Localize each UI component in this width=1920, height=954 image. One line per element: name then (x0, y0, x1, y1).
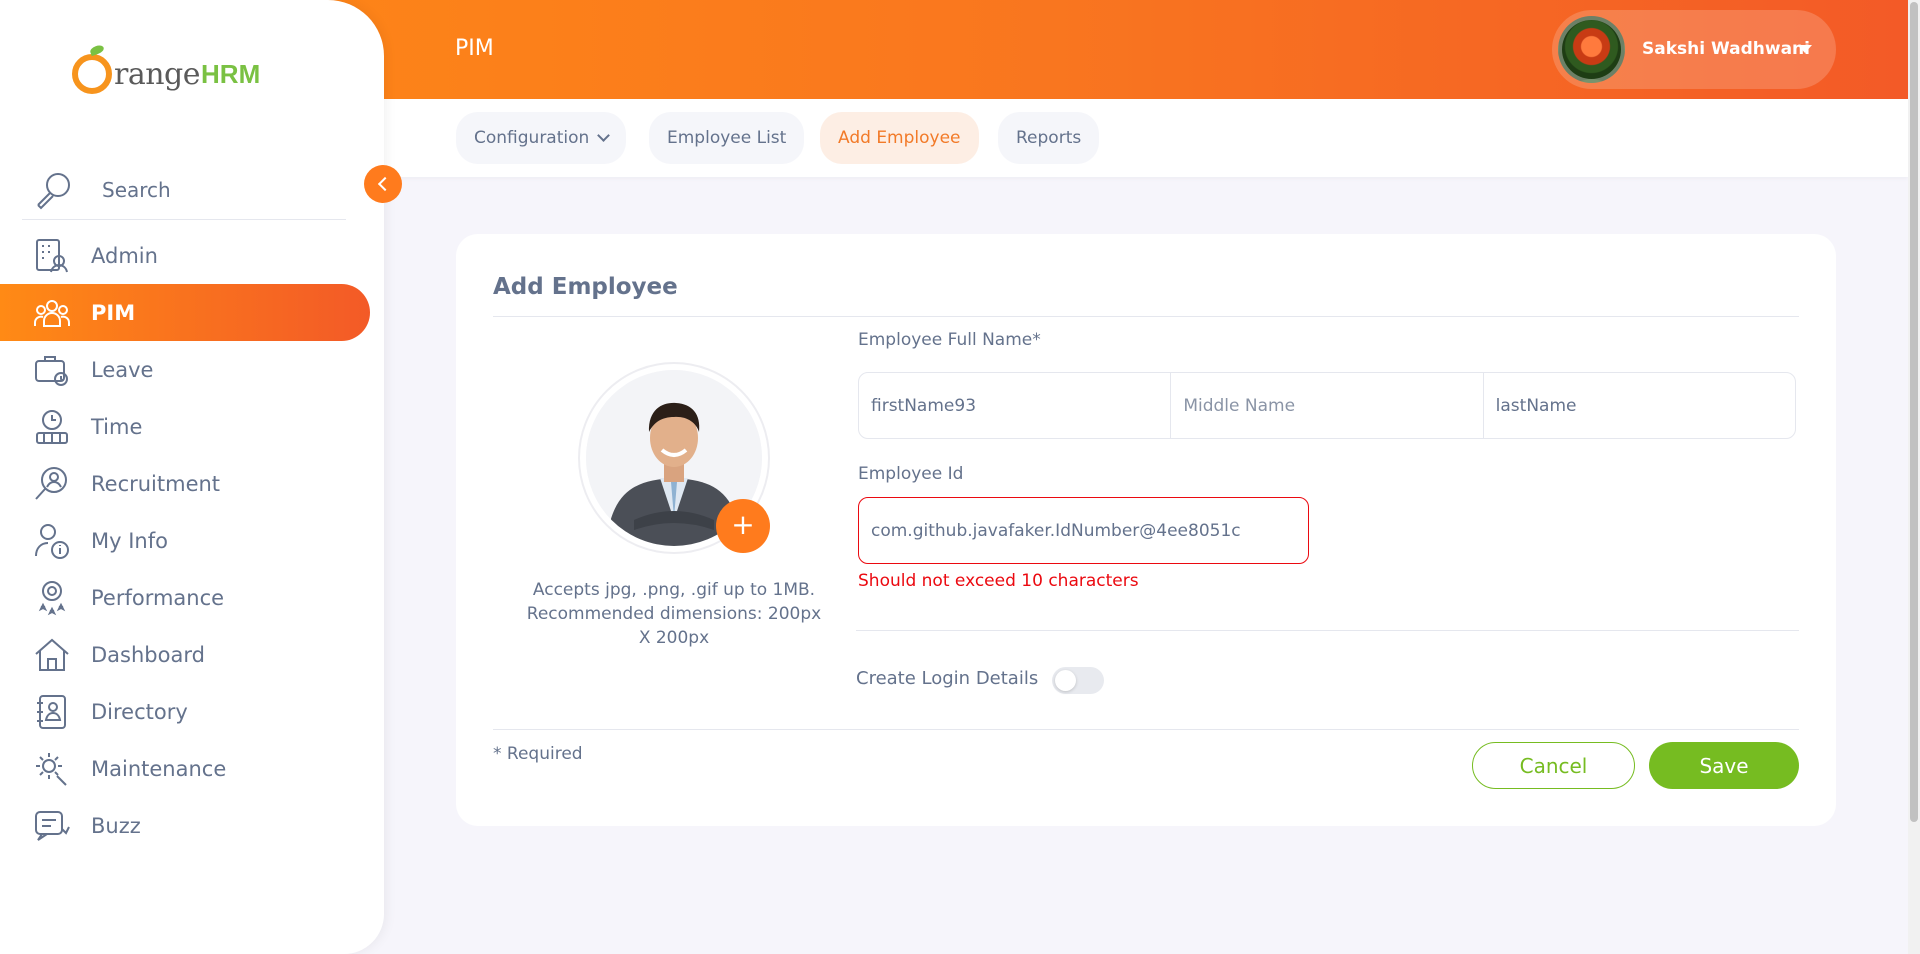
footer-divider (493, 729, 1799, 730)
tab-configuration[interactable]: Configuration (456, 112, 627, 164)
performance-icon (38, 580, 66, 615)
employee-id-label: Employee Id (858, 464, 964, 484)
sidebar-item-pim[interactable]: PIM (0, 284, 370, 341)
cancel-button[interactable]: Cancel (1472, 742, 1635, 789)
top-navigation: Configuration Employee List Add Employee… (384, 99, 1908, 177)
create-login-toggle[interactable] (1052, 667, 1104, 694)
user-name: Sakshi Wadhwani (1642, 39, 1810, 59)
avatar (1558, 16, 1625, 83)
middle-name-input[interactable] (1171, 373, 1484, 438)
collapse-sidebar-button[interactable] (364, 165, 402, 203)
orangehrm-logo[interactable]: range HRM (72, 44, 260, 104)
sidebar-item-time[interactable]: Time (0, 398, 370, 455)
tab-add-employee[interactable]: Add Employee (820, 112, 979, 164)
logo-text: range (114, 56, 201, 92)
page-scrollbar[interactable] (1908, 0, 1920, 954)
sidebar-item-label: Maintenance (91, 756, 227, 781)
pim-icon (34, 299, 70, 327)
tab-label: Add Employee (838, 128, 961, 148)
tab-label: Employee List (667, 128, 787, 148)
user-dropdown[interactable]: Sakshi Wadhwani (1552, 10, 1836, 89)
caret-down-icon (1798, 45, 1812, 53)
sidebar-item-recruitment[interactable]: Recruitment (0, 455, 370, 512)
sidebar-item-label: Directory (91, 699, 188, 724)
tab-employee-list[interactable]: Employee List (649, 112, 805, 164)
title-divider (493, 316, 1799, 317)
orange-logo-icon (72, 54, 112, 94)
directory-icon (37, 694, 66, 729)
create-login-label: Create Login Details (856, 668, 1039, 689)
search-icon (37, 172, 70, 209)
sidebar-item-label: Admin (91, 243, 158, 268)
time-icon (36, 409, 68, 444)
my-info-icon (35, 523, 69, 559)
dashboard-icon (35, 638, 69, 671)
recruitment-icon (35, 466, 67, 500)
sidebar-item-label: My Info (91, 528, 168, 553)
sidebar-item-label: Dashboard (91, 642, 205, 667)
tab-reports[interactable]: Reports (998, 112, 1100, 164)
employee-id-error: Should not exceed 10 characters (858, 571, 1139, 591)
full-name-group (858, 372, 1796, 439)
leave-icon (35, 355, 68, 386)
card-title: Add Employee (493, 274, 678, 300)
sidebar-item-maintenance[interactable]: Maintenance (0, 740, 370, 797)
maintenance-icon (36, 752, 67, 786)
sidebar-item-label: Time (91, 414, 143, 439)
sidebar: range HRM Search Admin PIM Leave Time Re… (0, 0, 384, 954)
tab-label: Configuration (474, 128, 590, 148)
employee-id-input[interactable] (858, 497, 1309, 564)
save-button[interactable]: Save (1649, 742, 1799, 789)
sidebar-item-label: Performance (91, 585, 225, 610)
full-name-label: Employee Full Name* (858, 330, 1041, 350)
sidebar-item-label: Leave (91, 357, 154, 382)
page-title: PIM (455, 36, 494, 61)
search-label: Search (102, 177, 171, 202)
sidebar-menu: Admin PIM Leave Time Recruitment My Info… (0, 227, 370, 854)
admin-icon (36, 238, 68, 272)
tab-label: Reports (1016, 128, 1082, 148)
form-divider (856, 630, 1799, 631)
photo-hint-line: Recommended dimensions: 200px X 200px (526, 604, 822, 648)
photo-hint-line: Accepts jpg, .png, .gif up to 1MB. (532, 580, 816, 600)
upload-photo-button[interactable]: + (716, 499, 770, 553)
sidebar-item-my-info[interactable]: My Info (0, 512, 370, 569)
logo-suffix: HRM (201, 58, 261, 89)
sidebar-item-label: Buzz (91, 813, 141, 838)
required-note: * Required (493, 744, 583, 764)
sidebar-item-directory[interactable]: Directory (0, 683, 370, 740)
add-employee-card: Add Employee + Accepts jpg, .png, .gif u… (456, 234, 1836, 826)
photo-hint: Accepts jpg, .png, .gif up to 1MB. Recom… (522, 578, 826, 650)
sidebar-search[interactable]: Search (22, 160, 346, 220)
sidebar-item-dashboard[interactable]: Dashboard (0, 626, 370, 683)
sidebar-item-label: Recruitment (91, 471, 221, 496)
first-name-input[interactable] (859, 373, 1172, 438)
sidebar-item-admin[interactable]: Admin (0, 227, 370, 284)
sidebar-item-leave[interactable]: Leave (0, 341, 370, 398)
scrollbar-thumb[interactable] (1910, 2, 1918, 822)
sidebar-item-label: PIM (91, 300, 136, 325)
last-name-input[interactable] (1483, 373, 1795, 438)
chevron-down-icon (597, 129, 611, 142)
sidebar-item-performance[interactable]: Performance (0, 569, 370, 626)
sidebar-item-buzz[interactable]: Buzz (0, 797, 370, 854)
buzz-icon (35, 810, 70, 841)
